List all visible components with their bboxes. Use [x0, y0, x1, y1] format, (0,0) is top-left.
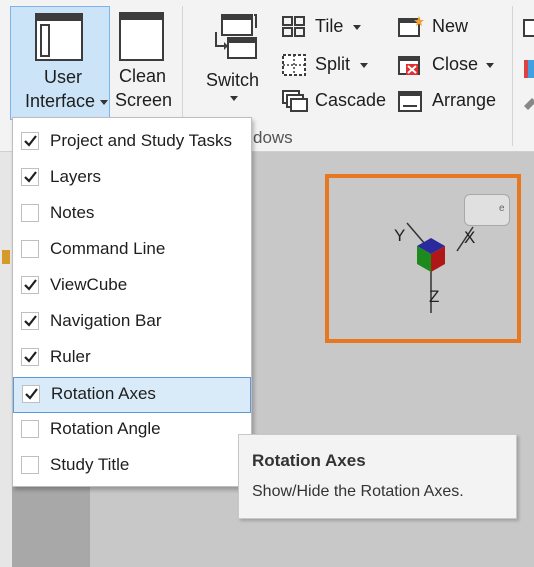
cascade-icon [282, 90, 308, 112]
menu-item-label: Project and Study Tasks [50, 131, 233, 150]
arrange-button[interactable]: Arrange [396, 88, 506, 114]
chevron-down-icon [360, 63, 368, 68]
menu-item-label: Rotation Axes [51, 384, 156, 403]
cascade-label: Cascade [315, 90, 387, 110]
checkbox-unchecked[interactable] [21, 204, 39, 222]
menu-item-label: Layers [50, 167, 102, 186]
check-icon [25, 388, 38, 400]
chevron-down-icon [100, 100, 108, 105]
menu-item-label: Rotation Angle [50, 419, 161, 438]
cascade-button[interactable]: Cascade [280, 88, 390, 114]
menu-item-label: Navigation Bar [50, 311, 162, 330]
split-label: Split [315, 54, 351, 74]
switch-windows-icon [215, 14, 257, 59]
clean-screen-icon [119, 12, 164, 61]
close-window-icon [398, 56, 420, 75]
split-button[interactable]: Split [280, 52, 380, 78]
check-icon [24, 351, 37, 363]
user-interface-label-line2: Interface [25, 91, 96, 111]
menu-item[interactable]: Notes [13, 197, 251, 233]
tooltip-title: Rotation Axes [252, 451, 366, 470]
checkbox-checked[interactable] [22, 385, 40, 403]
user-interface-menu: Project and Study Tasks Layers Notes Comman… [12, 117, 252, 487]
panel-tab-marker [2, 250, 10, 264]
clean-screen-label-line1: Clean [119, 66, 167, 86]
new-label: New [432, 16, 469, 36]
menu-item[interactable]: Rotation Axes [13, 377, 251, 413]
menu-item[interactable]: Navigation Bar [13, 305, 251, 341]
chevron-down-icon [230, 96, 238, 101]
menu-item-label: Study Title [50, 455, 130, 474]
windows-panel-label: dows [253, 128, 293, 147]
menu-item[interactable]: Project and Study Tasks [13, 125, 251, 161]
menu-item[interactable]: Rotation Angle [13, 413, 251, 449]
clean-screen-label-line2: Screen [115, 90, 173, 110]
user-interface-label-line1: User [44, 67, 83, 87]
tile-label: Tile [315, 16, 344, 36]
checkbox-checked[interactable] [21, 132, 39, 150]
user-interface-icon [35, 13, 83, 61]
menu-item-label: Command Line [50, 239, 166, 258]
checkbox-unchecked[interactable] [21, 240, 39, 258]
user-interface-button[interactable]: User Interface [10, 6, 110, 120]
arrange-icon [398, 91, 422, 112]
clean-screen-button[interactable]: Clean Screen [112, 6, 174, 120]
check-icon [24, 135, 37, 147]
split-icon [282, 54, 306, 76]
new-window-icon [398, 16, 424, 37]
close-window-button[interactable]: Close [396, 52, 506, 78]
checkbox-unchecked[interactable] [21, 420, 39, 438]
menu-item[interactable]: Study Title [13, 449, 251, 485]
chevron-down-icon [486, 63, 494, 68]
tooltip-description: Show/Hide the Rotation Axes. [252, 483, 464, 500]
menu-item-label: ViewCube [50, 275, 128, 294]
menu-item-label: Notes [50, 203, 95, 222]
highlight-box [325, 174, 521, 343]
switch-label: Switch [206, 70, 260, 90]
check-icon [24, 315, 37, 327]
checkbox-unchecked[interactable] [21, 456, 39, 474]
menu-item[interactable]: Command Line [13, 233, 251, 269]
arrange-label: Arrange [432, 90, 497, 110]
switch-windows-button[interactable]: Switch [200, 6, 266, 106]
checkbox-checked[interactable] [21, 312, 39, 330]
tile-button[interactable]: Tile [280, 14, 380, 40]
menu-item-label: Ruler [50, 347, 91, 366]
ribbon-separator [512, 6, 513, 146]
menu-item[interactable]: ViewCube [13, 269, 251, 305]
checkbox-checked[interactable] [21, 348, 39, 366]
tooltip: Rotation Axes Show/Hide the Rotation Axe… [238, 434, 517, 519]
left-panel-strip [0, 152, 12, 567]
menu-item[interactable]: Layers [13, 161, 251, 197]
menu-item[interactable]: Ruler [13, 341, 251, 377]
check-icon [24, 171, 37, 183]
tile-icon [282, 16, 305, 37]
checkbox-checked[interactable] [21, 276, 39, 294]
checkbox-checked[interactable] [21, 168, 39, 186]
new-window-button[interactable]: New [396, 14, 506, 40]
close-label: Close [432, 54, 479, 74]
partial-ribbon-icons [523, 19, 534, 110]
check-icon [24, 279, 37, 291]
chevron-down-icon [353, 25, 361, 30]
